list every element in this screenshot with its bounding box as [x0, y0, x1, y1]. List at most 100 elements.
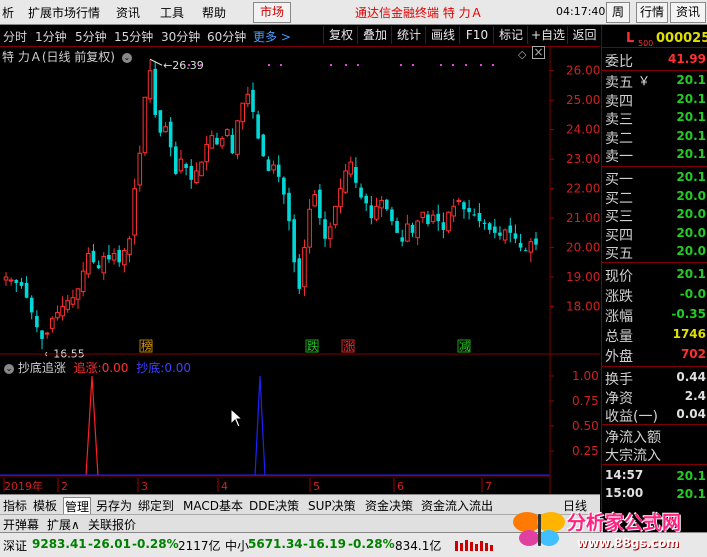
bid-level-row: 买四 20.0	[602, 225, 707, 244]
tick-row: 14:57 20.1	[602, 468, 707, 486]
menu-item-analysis[interactable]: 析	[2, 4, 14, 21]
menu-item-help[interactable]: 帮助	[202, 4, 226, 21]
ask-level-row: 卖五 20.1 ￥	[602, 72, 707, 91]
diamond-icon[interactable]: ◇	[518, 48, 526, 61]
candle-body	[338, 188, 343, 208]
marker-dot	[400, 64, 402, 66]
period-5min[interactable]: 5分钟	[75, 28, 107, 45]
bid-level-label: 买二	[605, 190, 633, 207]
stat2-row: 换手 0.44	[602, 369, 707, 388]
stat-row: 外盘 702	[602, 346, 707, 365]
tick-price: 20.1	[676, 487, 706, 501]
bid-level-row: 买二 20.0	[602, 188, 707, 207]
zx-index-label: 中小	[225, 539, 250, 553]
candle-body	[251, 89, 255, 112]
candle-body	[523, 250, 528, 252]
news-button[interactable]: 资讯	[670, 2, 706, 23]
candle-body	[194, 170, 199, 184]
tick-time: 15:00	[605, 486, 644, 500]
candle-body	[240, 102, 245, 123]
toolbar-back[interactable]: 返回	[567, 26, 601, 44]
candle-body	[369, 205, 374, 219]
period-60min[interactable]: 60分钟	[207, 28, 246, 45]
toolbar-f10[interactable]: F10	[459, 26, 494, 44]
tab-macd[interactable]: MACD基本	[183, 497, 243, 514]
tab-fund-decision[interactable]: 资金决策	[365, 497, 413, 514]
toolbar-overlay[interactable]: 叠加	[357, 26, 392, 44]
candle-body	[400, 237, 405, 242]
candle-body	[127, 238, 132, 255]
x-axis-label: 2019年	[4, 479, 43, 493]
candle-body	[158, 110, 163, 133]
toolbar-adjust[interactable]: 复权	[323, 26, 358, 44]
candle-body	[462, 202, 466, 210]
chart-title-area: 特 力Ａ(日线 前复权) ⌄	[2, 48, 132, 65]
stat-row: 涨跌 -0.0	[602, 286, 707, 305]
period-1min[interactable]: 1分钟	[35, 28, 67, 45]
market-tab[interactable]: 市场	[253, 2, 291, 23]
candle-body	[307, 208, 312, 248]
candle-body	[65, 300, 71, 310]
toolbar-mark[interactable]: 标记	[493, 26, 528, 44]
candle-body	[137, 152, 143, 186]
candle-body	[502, 229, 508, 241]
stat2-label: 换手	[605, 372, 633, 388]
toolbar-draw[interactable]: 画线	[425, 26, 460, 44]
bottom-signal-spike	[254, 375, 266, 477]
stat-label: 涨幅	[605, 309, 633, 325]
price-tick-label: 26.00	[566, 64, 600, 78]
quote-button[interactable]: 行情	[636, 2, 668, 23]
chart-title: 特 力Ａ(日线 前复权)	[2, 50, 115, 64]
candle-body	[80, 270, 86, 293]
bid-level-row: 买三 20.0	[602, 206, 707, 225]
sz-index-value: 9283.41	[32, 537, 87, 551]
tab-indicator[interactable]: 指标	[3, 497, 27, 514]
menu-item-info[interactable]: 资讯	[116, 4, 140, 21]
indicator-series2-value: 0.00	[164, 361, 192, 375]
candle-body	[147, 70, 153, 100]
chart-title-dropdown-icon[interactable]: ⌄	[121, 52, 132, 63]
candle-body	[122, 250, 127, 266]
indicator-dropdown-icon[interactable]: ⌄	[4, 363, 14, 374]
tab-danmaku[interactable]: 开弹幕	[3, 516, 39, 533]
tab-sup[interactable]: SUP决策	[308, 497, 356, 514]
zx-index-amount: 834.1亿	[395, 539, 442, 553]
period-30min[interactable]: 30分钟	[161, 28, 200, 45]
tab-dde[interactable]: DDE决策	[249, 497, 299, 514]
stat-row: 总量 1746	[602, 326, 707, 345]
bid-level-row: 买五 20.0	[602, 243, 707, 262]
sz-index-pct: -0.28%	[132, 537, 179, 551]
weekday-button[interactable]: 周三	[606, 2, 630, 38]
toolbar-add-watchlist[interactable]: +自选	[527, 26, 568, 44]
tab-related-quote[interactable]: 关联报价	[88, 516, 136, 533]
stat-label: 外盘	[605, 349, 633, 365]
candle-body	[477, 213, 482, 222]
tab-bind-to[interactable]: 绑定到	[138, 497, 174, 514]
tab-save-as[interactable]: 另存为	[96, 497, 132, 514]
stat2-value: 2.4	[684, 388, 706, 403]
menu-item-ext-market[interactable]: 扩展市场行情	[28, 4, 100, 21]
ask-level-row: 卖四 20.1	[602, 91, 707, 110]
bid-level-label: 买一	[605, 172, 633, 188]
candle-body	[70, 297, 76, 305]
marker-dot	[440, 64, 442, 66]
toolbar-stats[interactable]: 统计	[391, 26, 426, 44]
tab-fund-flow[interactable]: 资金流入流出	[421, 497, 493, 514]
ask-level-label: 卖三	[605, 112, 633, 128]
kline-chart[interactable]: 26.0025.0024.0023.0022.0021.0020.0019.00…	[0, 46, 600, 494]
tab-template[interactable]: 模板	[33, 497, 57, 514]
bid-level-value: 20.0	[676, 225, 706, 240]
period-timeshare[interactable]: 分时	[3, 28, 27, 45]
candle-body	[390, 209, 394, 222]
bid-level-value: 20.0	[676, 207, 706, 221]
tab-extension[interactable]: 扩展∧	[47, 516, 80, 533]
volume-bars-icon	[455, 540, 493, 551]
zx-index-value: 5671.34	[248, 537, 303, 551]
close-icon[interactable]: ×	[532, 46, 545, 59]
period-15min[interactable]: 15分钟	[114, 28, 153, 45]
stat-row: 涨幅 -0.35	[602, 306, 707, 325]
x-axis-label: 6	[397, 480, 404, 493]
menu-item-tools[interactable]: 工具	[160, 4, 184, 21]
candle-body	[142, 96, 148, 154]
more-periods-button[interactable]: 更多 >	[253, 28, 291, 45]
